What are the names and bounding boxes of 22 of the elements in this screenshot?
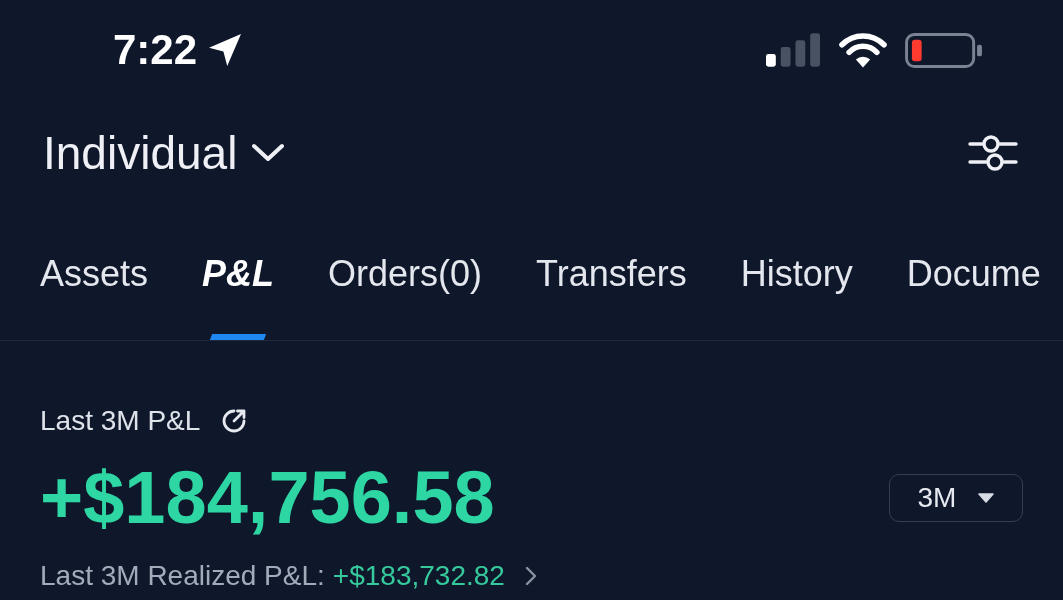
period-dropdown[interactable]: 3M <box>889 474 1023 522</box>
realized-pnl-label: Last 3M Realized P&L: <box>40 559 325 593</box>
pnl-title: Last 3M P&L <box>40 404 201 438</box>
realized-pnl-value: +$183,732.82 <box>332 559 505 593</box>
active-tab-indicator <box>209 334 267 340</box>
tab[interactable]: Assets <box>40 230 149 340</box>
chevron-right-icon[interactable] <box>524 566 537 586</box>
tab[interactable]: History <box>740 230 853 340</box>
tab[interactable]: Orders(0) <box>328 230 483 340</box>
chevron-down-icon <box>251 143 286 163</box>
signal-icon <box>766 33 821 67</box>
tab[interactable]: P&L <box>202 230 275 340</box>
pnl-value: +$184,756.58 <box>40 458 495 538</box>
tab[interactable]: Transfers <box>536 230 687 340</box>
status-time: 7:22 <box>113 26 198 74</box>
caret-down-icon <box>978 493 995 503</box>
location-arrow-icon <box>209 34 242 66</box>
tab[interactable]: Docume <box>906 230 1041 340</box>
battery-icon <box>905 32 983 68</box>
sliders-icon[interactable] <box>968 132 1018 174</box>
account-selector[interactable]: Individual <box>43 125 286 181</box>
wifi-icon <box>839 32 887 68</box>
